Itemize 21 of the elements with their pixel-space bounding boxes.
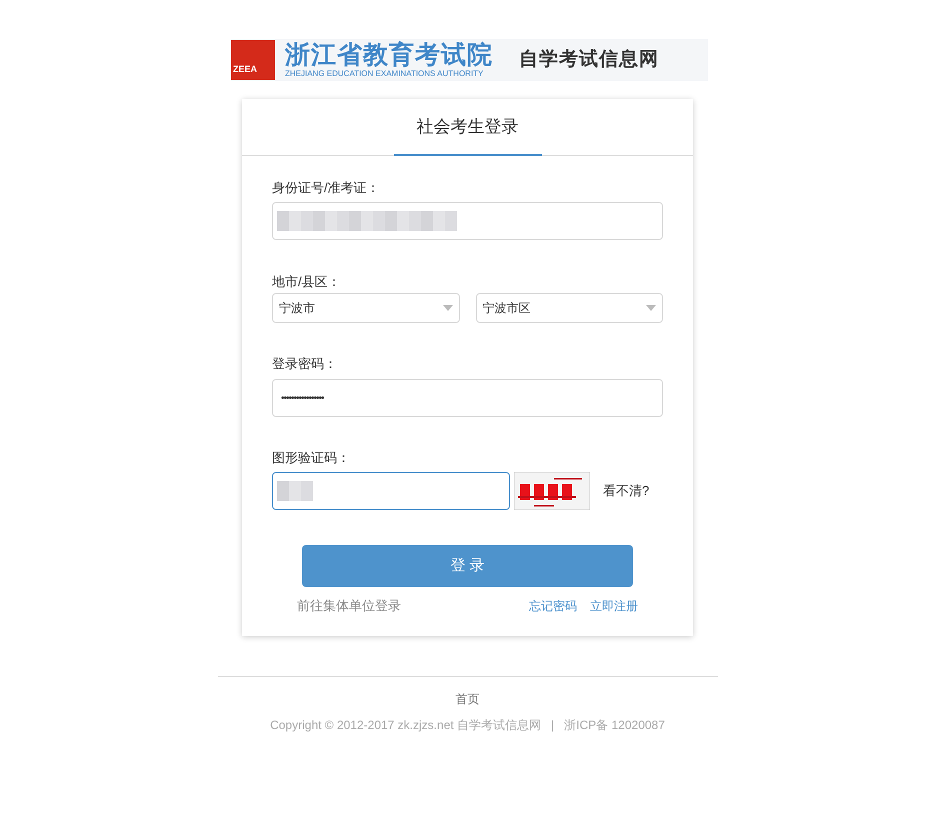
login-tab[interactable]: 社会考生登录 <box>394 99 542 156</box>
field-label: 地市/县区： <box>272 273 342 291</box>
refresh-captcha-link[interactable]: 看不清? <box>603 481 650 501</box>
password-input[interactable]: ••••••••••••••••• <box>272 379 663 417</box>
blurred-value-icon <box>277 209 457 233</box>
group-login-link[interactable]: 前往集体单位登录 <box>297 596 401 616</box>
blurred-value-icon <box>277 479 313 503</box>
region-select[interactable]: 宁波市 <box>272 293 460 323</box>
copyright-text: Copyright © 2012-2017 zk.zjzs.net 自学考试信息网 <box>270 716 542 734</box>
home-link[interactable]: 首页 <box>456 690 480 708</box>
field-label: 图形验证码： <box>272 449 351 467</box>
id-input[interactable] <box>272 202 663 240</box>
icp-text: 浙ICP备 12020087 <box>564 716 665 734</box>
site-logo[interactable]: ZEEA 浙江省教育考试院 ZHEJIANG EDUCATION EXAMINATIONS AUTHORITY 自学考试信息网 <box>231 39 708 81</box>
caret-icon <box>646 305 656 311</box>
region-select[interactable]: 宁波市区 <box>476 293 663 323</box>
caret-icon <box>442 305 452 311</box>
field-label: 登录密码： <box>272 355 338 373</box>
field-label: 身份证号/准考证： <box>272 179 381 197</box>
captcha-input[interactable] <box>272 472 510 510</box>
separator-text: | <box>551 716 554 734</box>
